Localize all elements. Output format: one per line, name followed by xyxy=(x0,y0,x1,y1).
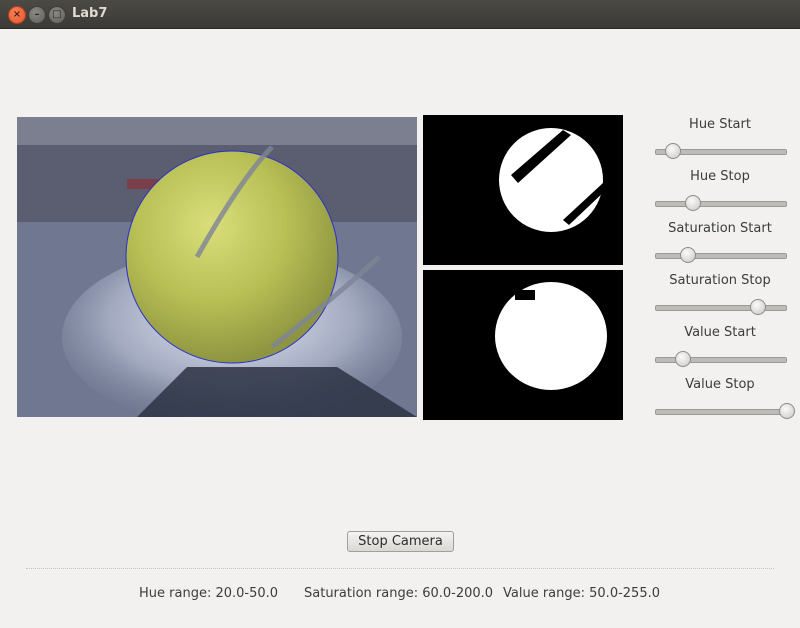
camera-feed xyxy=(17,117,417,417)
camera-image xyxy=(17,117,417,417)
close-icon[interactable]: × xyxy=(8,6,26,24)
slider-thumb[interactable] xyxy=(750,299,767,315)
saturation-stop-slider[interactable] xyxy=(655,299,787,315)
saturation-range-status: Saturation range: 60.0-200.0 xyxy=(304,586,494,601)
value-range-status: Value range: 50.0-255.0 xyxy=(503,586,660,601)
slider-thumb[interactable] xyxy=(779,403,795,419)
hue-stop-slider[interactable] xyxy=(655,195,787,211)
value-start-slider[interactable] xyxy=(655,351,787,367)
threshold-mask-image xyxy=(423,115,623,265)
hue-stop-label: Hue Stop xyxy=(690,169,750,184)
hue-start-slider[interactable] xyxy=(655,143,787,159)
value-stop-slider[interactable] xyxy=(655,403,795,419)
title-bar: × – □ Lab7 xyxy=(0,0,800,29)
value-stop-label: Value Stop xyxy=(685,377,755,392)
slider-thumb[interactable] xyxy=(675,351,691,367)
saturation-stop-label: Saturation Stop xyxy=(669,273,771,288)
saturation-start-slider[interactable] xyxy=(655,247,787,263)
value-start-label: Value Start xyxy=(684,325,756,340)
separator xyxy=(26,568,774,569)
hue-range-status: Hue range: 20.0-50.0 xyxy=(139,586,279,601)
slider-thumb[interactable] xyxy=(664,143,681,159)
slider-thumb[interactable] xyxy=(685,195,702,211)
maximize-icon[interactable]: □ xyxy=(48,6,66,24)
saturation-start-label: Saturation Start xyxy=(668,221,772,236)
stop-camera-button[interactable]: Stop Camera xyxy=(347,531,454,552)
slider-thumb[interactable] xyxy=(680,247,697,263)
minimize-icon[interactable]: – xyxy=(28,6,46,24)
window-title: Lab7 xyxy=(72,6,108,21)
morphology-mask-image xyxy=(423,270,623,420)
hue-start-label: Hue Start xyxy=(689,117,751,132)
